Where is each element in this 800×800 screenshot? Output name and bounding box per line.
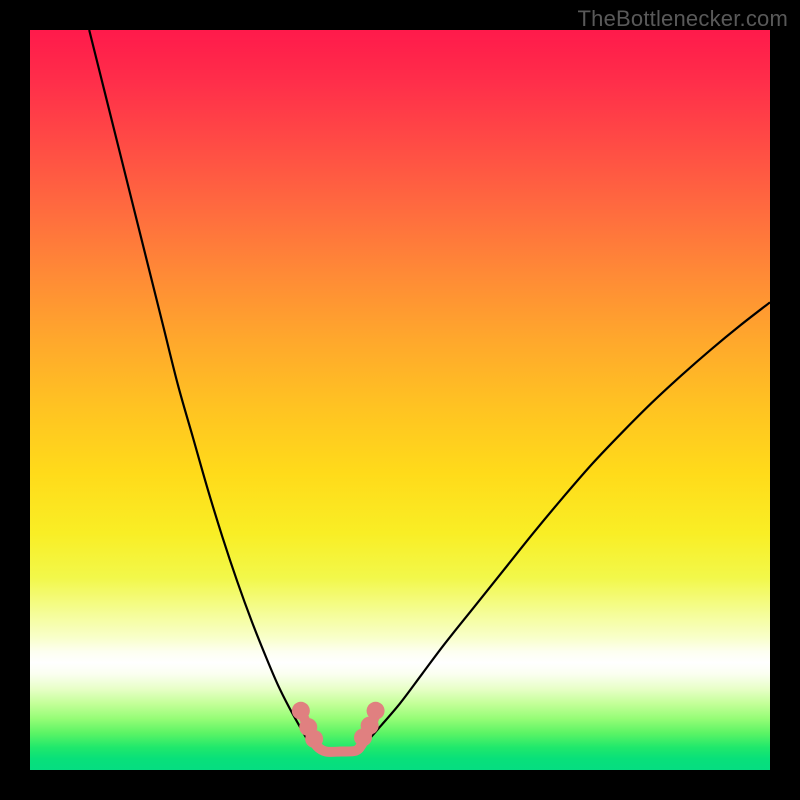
bead (305, 730, 323, 748)
right-beads (354, 702, 385, 747)
watermark-text: TheBottlenecker.com (578, 6, 788, 32)
bead (367, 702, 385, 720)
left-beads (292, 702, 323, 748)
right-curve (363, 302, 770, 746)
left-curve (89, 30, 311, 746)
curve-layer (30, 30, 770, 770)
plot-area (30, 30, 770, 770)
chart-frame: TheBottlenecker.com (0, 0, 800, 800)
bead (292, 702, 310, 720)
